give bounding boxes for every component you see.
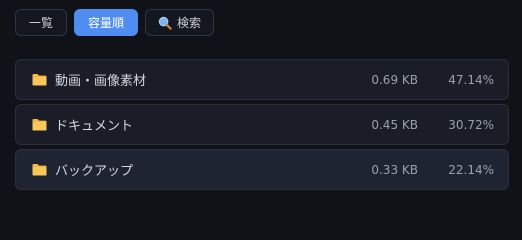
folder-size: 0.45 KB [371, 117, 418, 132]
folder-size: 0.33 KB [371, 162, 418, 177]
folder-icon [32, 164, 47, 176]
folder-icon [32, 119, 47, 131]
search-button[interactable]: 検索 [145, 9, 215, 36]
storage-panel: 一覧 容量順 検索 動画・画像素材 0.69 KB 47.14% ドキュメント … [0, 0, 522, 205]
size-order-label: 容量順 [88, 16, 125, 30]
size-order-button[interactable]: 容量順 [74, 9, 139, 36]
list-view-button[interactable]: 一覧 [15, 9, 68, 36]
folder-percent: 30.72% [448, 117, 494, 132]
folder-row[interactable]: バックアップ 0.33 KB 22.14% [15, 149, 509, 190]
list-view-label: 一覧 [29, 16, 54, 30]
folder-name: 動画・画像素材 [55, 74, 147, 89]
folder-name: バックアップ [55, 164, 134, 179]
folder-percent: 22.14% [448, 162, 494, 177]
folder-row[interactable]: ドキュメント 0.45 KB 30.72% [15, 104, 509, 145]
magnifier-icon [158, 16, 172, 30]
folder-icon [32, 74, 47, 86]
folder-name: ドキュメント [55, 119, 134, 134]
folder-row[interactable]: 動画・画像素材 0.69 KB 47.14% [15, 59, 509, 100]
search-label: 検索 [177, 16, 202, 30]
folder-size: 0.69 KB [371, 72, 418, 87]
folder-percent: 47.14% [448, 72, 494, 87]
view-toolbar: 一覧 容量順 検索 [15, 9, 215, 36]
folder-list: 動画・画像素材 0.69 KB 47.14% ドキュメント 0.45 KB 30… [15, 59, 509, 194]
